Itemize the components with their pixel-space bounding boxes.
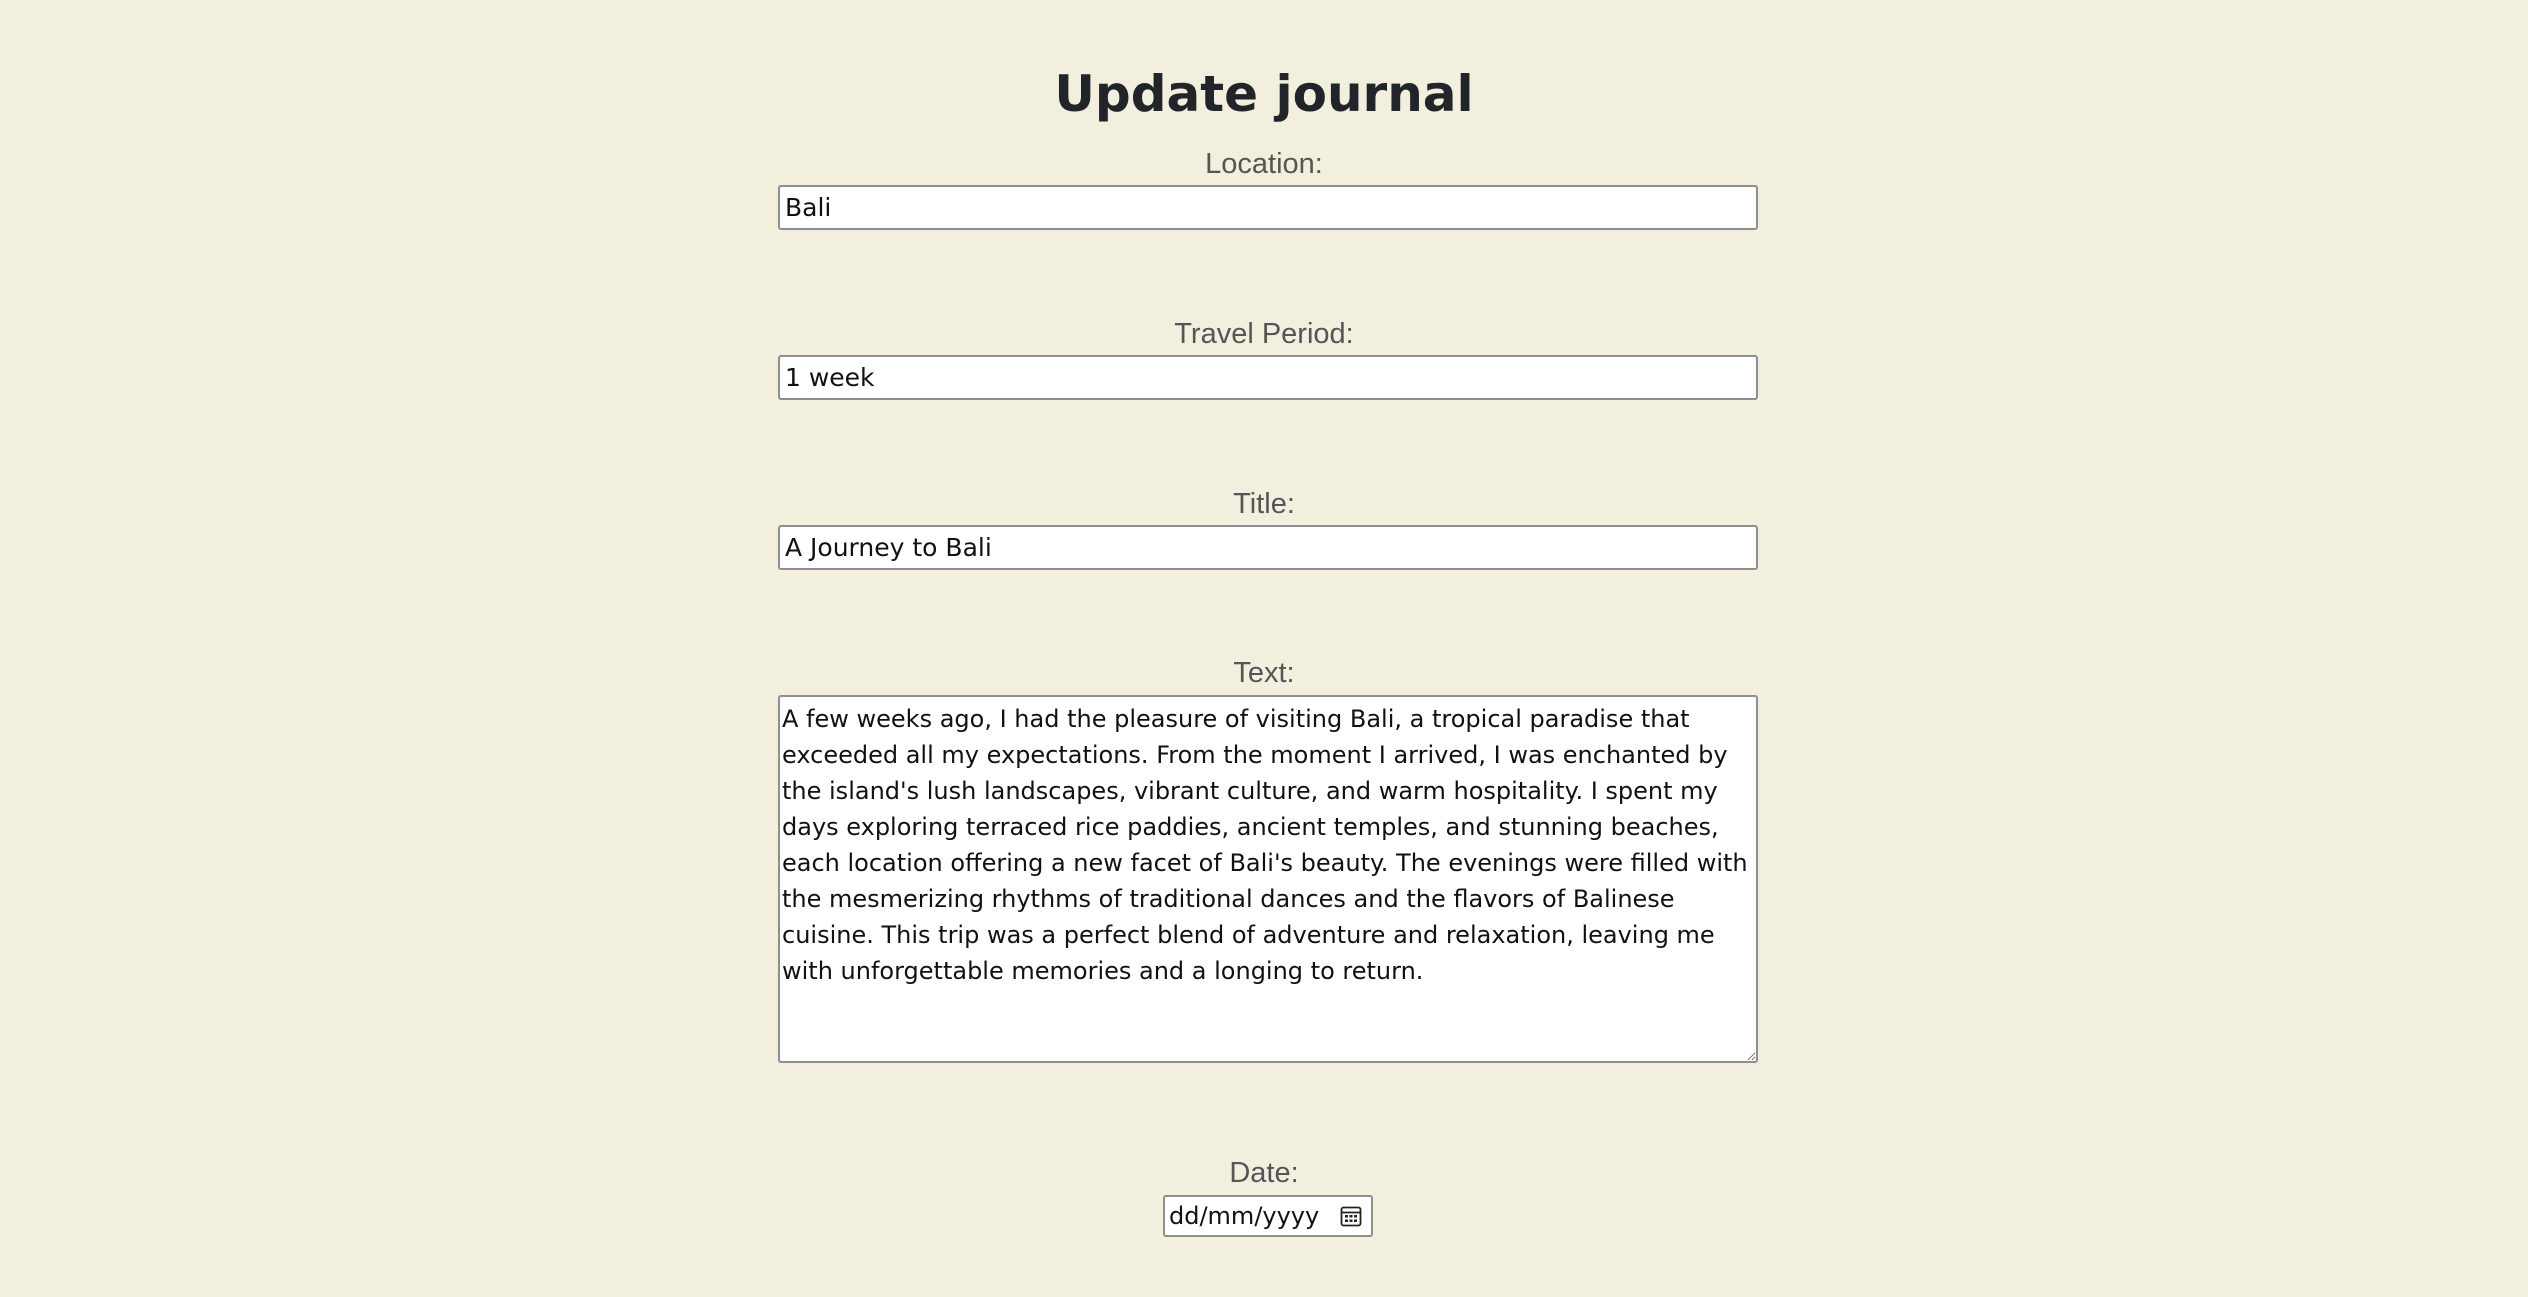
location-label: Location: (1205, 148, 1323, 180)
location-input[interactable] (778, 185, 1758, 230)
date-input[interactable] (1165, 1197, 1334, 1235)
title-label: Title: (1233, 488, 1295, 520)
date-field[interactable] (1163, 1195, 1373, 1237)
text-label: Text: (1233, 657, 1295, 689)
travel-period-input[interactable] (778, 355, 1758, 400)
travel-period-label: Travel Period: (1174, 318, 1354, 350)
calendar-icon[interactable] (1338, 1203, 1364, 1229)
title-input[interactable] (778, 525, 1758, 570)
page-title: Update journal (1054, 65, 1474, 123)
journal-text-area[interactable]: A few weeks ago, I had the pleasure of v… (778, 695, 1758, 1063)
date-label: Date: (1229, 1157, 1299, 1189)
